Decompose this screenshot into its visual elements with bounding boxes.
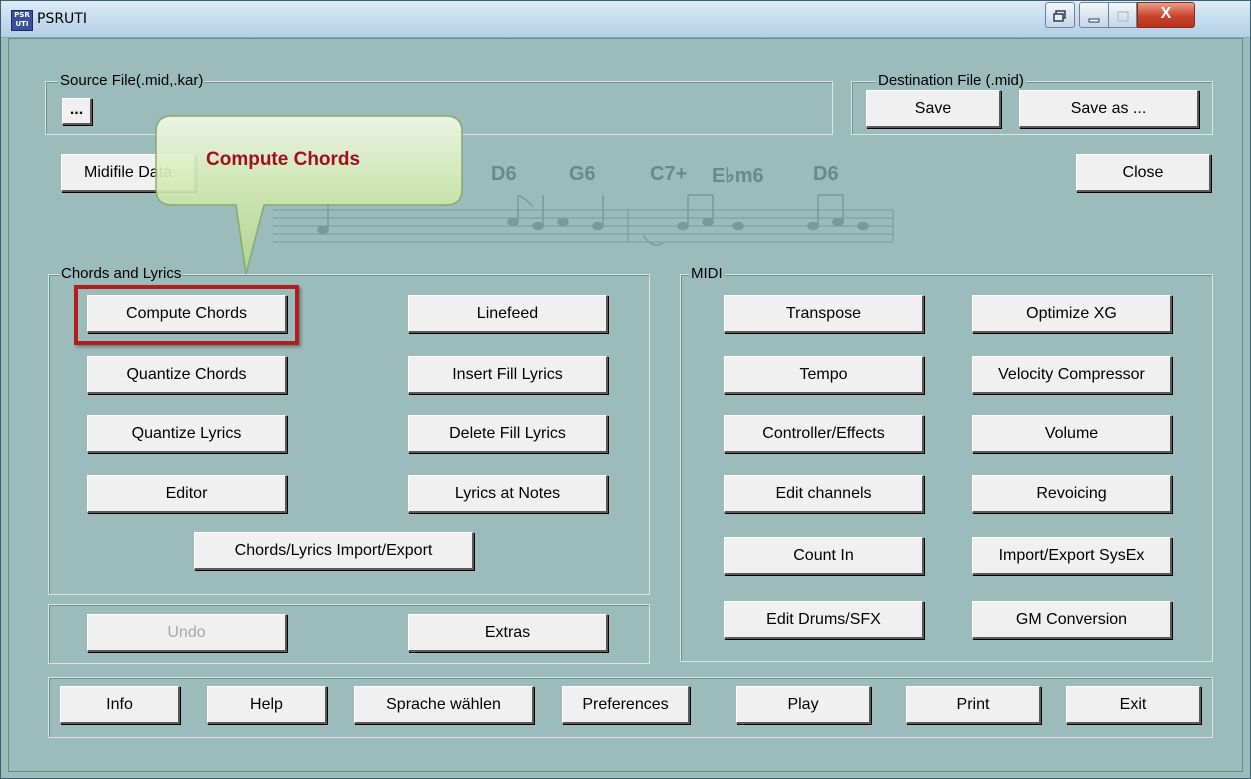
- extras-button[interactable]: Extras: [408, 614, 608, 652]
- chord-label-3: C7+: [650, 163, 688, 185]
- app-icon-line-2: UTI: [15, 20, 29, 28]
- chords-lyrics-import-export-button[interactable]: Chords/Lyrics Import/Export: [194, 532, 474, 570]
- print-button[interactable]: Print: [906, 686, 1041, 724]
- info-button[interactable]: Info: [60, 686, 180, 724]
- count-in-button[interactable]: Count In: [724, 537, 924, 575]
- language-button[interactable]: Sprache wählen: [354, 686, 534, 724]
- restore-icon: [1046, 7, 1074, 25]
- insert-fill-lyrics-button[interactable]: Insert Fill Lyrics: [408, 356, 608, 394]
- import-export-sysex-button[interactable]: Import/Export SysEx: [972, 537, 1172, 575]
- minimize-button[interactable]: [1079, 2, 1109, 28]
- minimize-icon: [1080, 7, 1108, 27]
- quantize-lyrics-button[interactable]: Quantize Lyrics: [87, 415, 287, 453]
- tooltip-callout: [155, 115, 463, 275]
- browse-source-button[interactable]: ...: [62, 98, 92, 125]
- preferences-button[interactable]: Preferences: [562, 686, 690, 724]
- undo-button: Undo: [87, 614, 287, 652]
- chord-label-2: G6: [569, 163, 596, 185]
- save-button[interactable]: Save: [866, 90, 1001, 128]
- tempo-button[interactable]: Tempo: [724, 356, 924, 394]
- optimize-xg-button[interactable]: Optimize XG: [972, 295, 1172, 333]
- tooltip-text: Compute Chords: [206, 149, 361, 170]
- chord-label-4: E♭m6: [712, 165, 764, 187]
- edit-drums-sfx-button[interactable]: Edit Drums/SFX: [724, 601, 924, 639]
- close-icon: X: [1160, 5, 1172, 22]
- midi-legend: MIDI: [689, 265, 725, 282]
- compute-chords-highlight: [74, 285, 299, 345]
- edit-channels-button[interactable]: Edit channels: [724, 475, 924, 513]
- chord-label-5: D6: [813, 163, 839, 185]
- editor-button[interactable]: Editor: [87, 475, 287, 513]
- play-button[interactable]: Play: [736, 686, 871, 724]
- app-window: PSR UTI PSRUTI X Source File(.mid,.kar) …: [0, 0, 1251, 779]
- close-button[interactable]: Close: [1076, 154, 1211, 192]
- quantize-chords-button[interactable]: Quantize Chords: [87, 356, 287, 394]
- app-icon: PSR UTI: [11, 10, 33, 31]
- controller-effects-button[interactable]: Controller/Effects: [724, 415, 924, 453]
- transpose-button[interactable]: Transpose: [724, 295, 924, 333]
- title-bar[interactable]: PSR UTI PSRUTI X: [1, 1, 1250, 38]
- save-as-button[interactable]: Save as ...: [1019, 90, 1199, 128]
- maximize-button[interactable]: [1108, 2, 1137, 28]
- velocity-compressor-button[interactable]: Velocity Compressor: [972, 356, 1172, 394]
- gm-conversion-button[interactable]: GM Conversion: [972, 601, 1172, 639]
- restore-button[interactable]: [1045, 2, 1075, 28]
- source-file-legend: Source File(.mid,.kar): [58, 72, 206, 89]
- window-close-button[interactable]: X: [1137, 2, 1195, 28]
- chord-label-1: D6: [491, 163, 517, 185]
- revoicing-button[interactable]: Revoicing: [972, 475, 1172, 513]
- destination-file-legend: Destination File (.mid): [876, 72, 1026, 89]
- exit-button[interactable]: Exit: [1066, 686, 1201, 724]
- volume-button[interactable]: Volume: [972, 415, 1172, 453]
- delete-fill-lyrics-button[interactable]: Delete Fill Lyrics: [408, 415, 608, 453]
- lyrics-at-notes-button[interactable]: Lyrics at Notes: [408, 475, 608, 513]
- app-icon-line-1: PSR: [14, 11, 30, 19]
- window-title: PSRUTI: [37, 11, 87, 27]
- maximize-icon: [1109, 7, 1136, 26]
- linefeed-button[interactable]: Linefeed: [408, 295, 608, 333]
- help-button[interactable]: Help: [207, 686, 327, 724]
